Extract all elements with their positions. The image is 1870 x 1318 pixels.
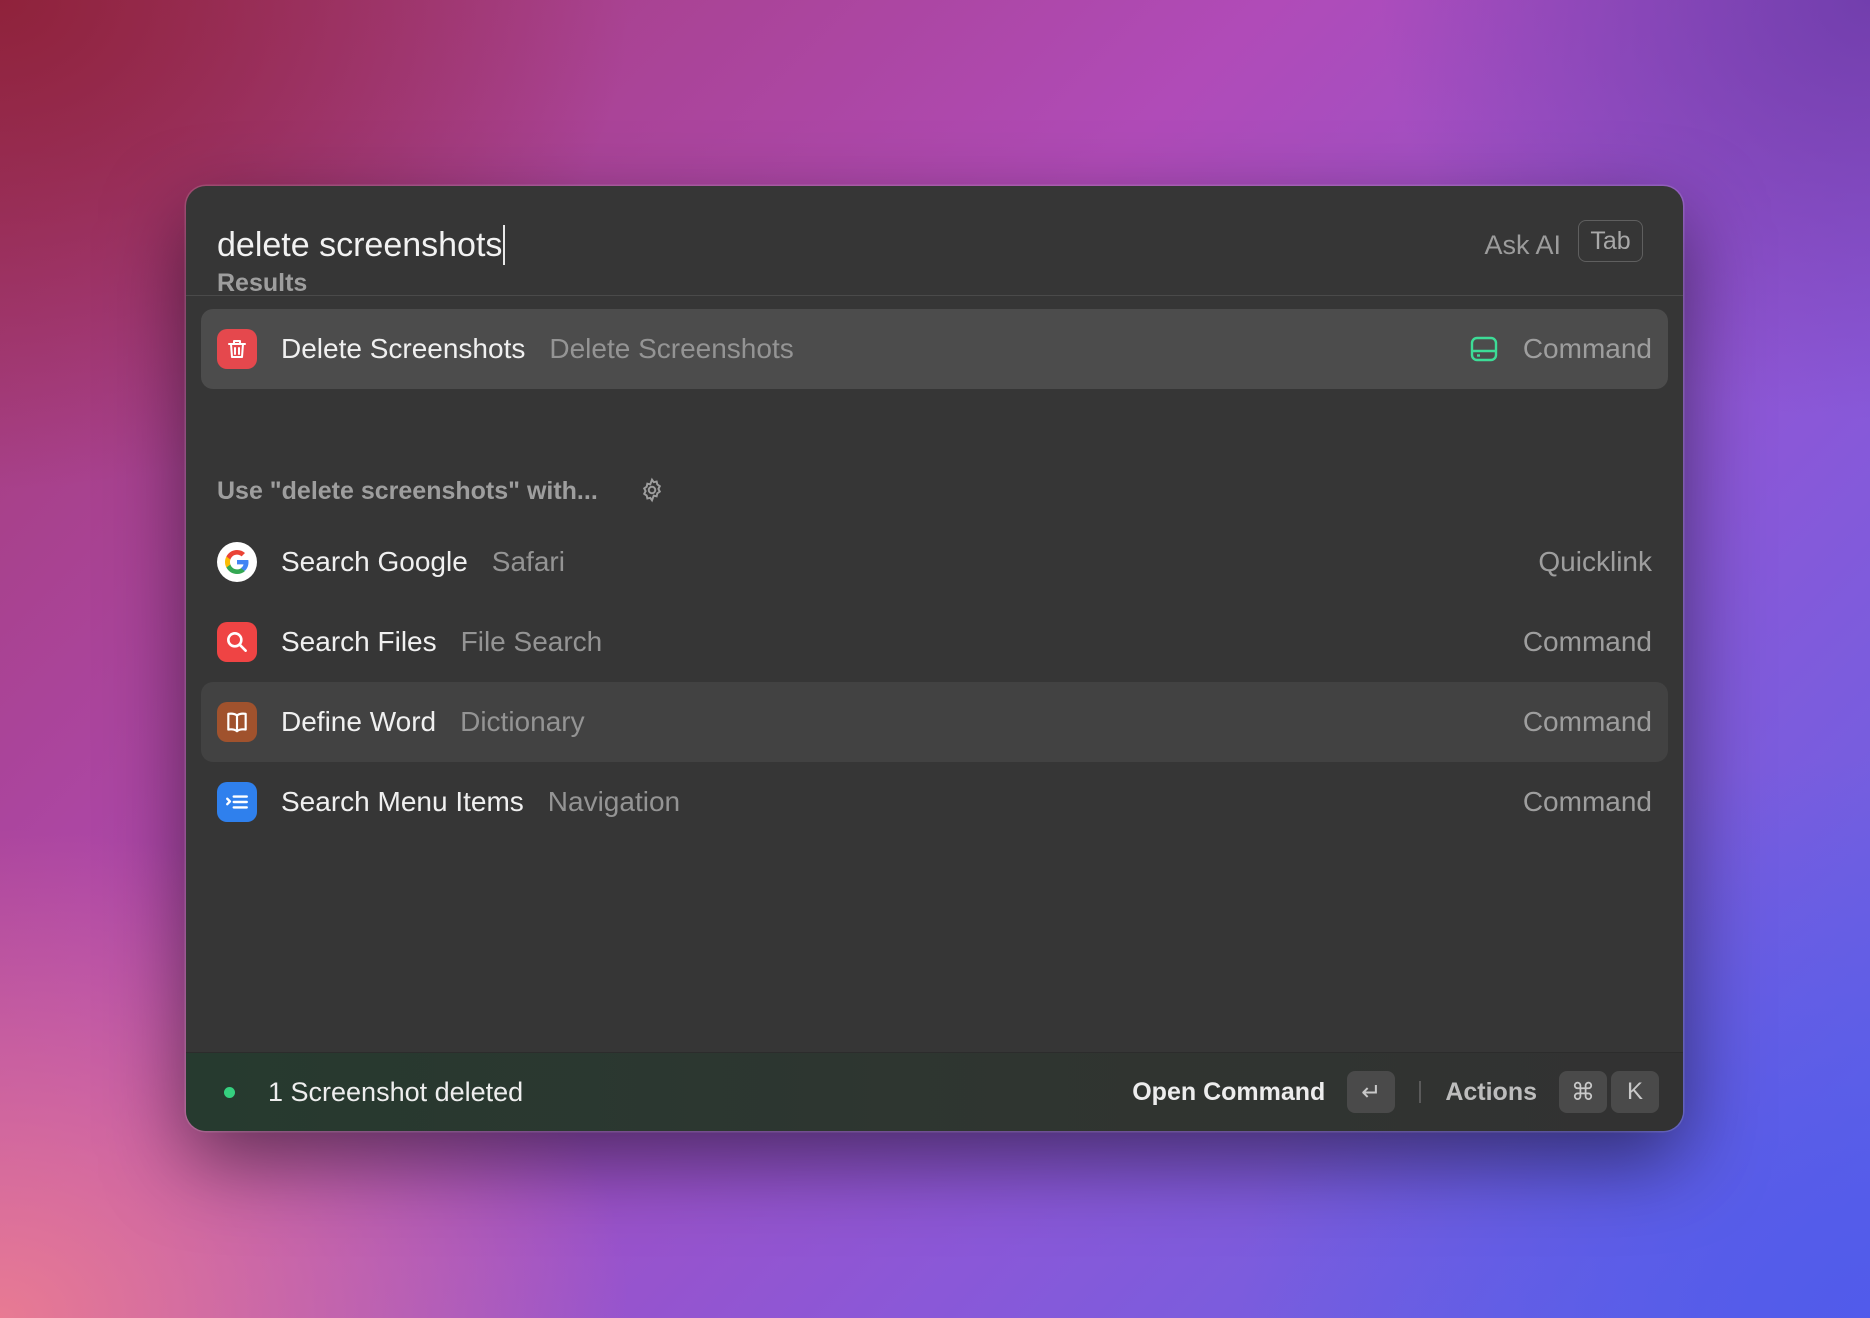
fallback-section-label: Use "delete screenshots" with... [217,477,665,506]
search-input[interactable]: delete screenshots [217,220,506,270]
fallback-title: Search Google [281,546,468,577]
results-section-label: Results [217,269,308,297]
k-key-hint: K [1611,1071,1659,1113]
result-title: Delete Screenshots [281,333,526,364]
fallback-title: Search Files [281,626,437,657]
search-input-value: delete screenshots [217,225,503,264]
command-palette-window: delete screenshots Ask AI Tab Results De… [186,186,1683,1131]
fallback-title: Search Menu Items [281,786,524,817]
fallback-row-search-menu-items[interactable]: Search Menu Items Navigation Command [201,762,1668,842]
footer-actions: Open Command ↵ Actions ⌘ K [1132,1070,1659,1114]
fallback-section-text: Use "delete screenshots" with... [217,477,598,505]
fallback-type: Command [1522,706,1652,737]
actions-button[interactable]: Actions [1445,1078,1537,1107]
result-type: Command [1469,333,1652,365]
result-type-label: Command [1522,333,1652,364]
magnifier-icon [217,622,257,662]
command-key-hint: ⌘ [1559,1071,1607,1113]
google-icon [217,542,257,582]
footer-divider [1419,1081,1422,1103]
fallback-type: Command [1522,626,1652,657]
ask-ai-button[interactable]: Ask AI [1484,224,1561,266]
footer-bar: 1 Screenshot deleted Open Command ↵ Acti… [186,1052,1683,1131]
book-icon [217,702,257,742]
result-row-delete-screenshots[interactable]: Delete Screenshots Delete Screenshots Co… [201,309,1668,389]
fallback-subtitle: Dictionary [460,706,585,737]
result-subtitle: Delete Screenshots [549,333,794,364]
status-dot-icon [224,1087,235,1098]
fallback-row-define-word[interactable]: Define Word Dictionary Command [201,682,1668,762]
fallback-subtitle: Navigation [547,786,681,817]
fallback-row-search-files[interactable]: Search Files File Search Command [201,602,1668,682]
fallback-row-search-google[interactable]: Search Google Safari Quicklink [201,522,1668,602]
gear-icon[interactable] [639,477,665,503]
hard-drive-icon [1469,334,1499,364]
fallback-subtitle: Safari [491,546,565,577]
fallback-subtitle: File Search [460,626,603,657]
trash-icon [217,329,257,369]
enter-key-hint: ↵ [1347,1071,1396,1113]
text-caret [503,225,506,265]
status-toast-text: 1 Screenshot deleted [268,1077,524,1107]
tab-key-hint: Tab [1578,220,1643,262]
fallback-title: Define Word [281,706,437,737]
open-command-button[interactable]: Open Command [1132,1078,1325,1107]
fallback-type: Command [1522,786,1652,817]
search-bar: delete screenshots Ask AI Tab [186,186,1683,296]
fallback-type: Quicklink [1538,546,1652,577]
menu-list-icon [217,782,257,822]
